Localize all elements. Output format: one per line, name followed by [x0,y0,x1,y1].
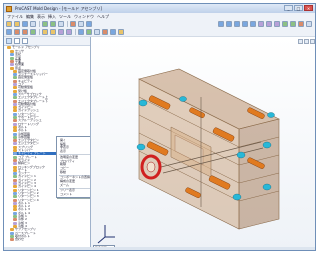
triad-z-axis [97,236,106,244]
pan-icon[interactable] [250,21,256,27]
hole-icon[interactable] [30,29,36,35]
revolve-icon[interactable] [22,29,28,35]
view-orientation-icon[interactable] [258,21,264,27]
interference-icon[interactable] [86,29,92,35]
context-menu-item[interactable]: ズーム [60,183,69,187]
toolbar-separator [75,29,76,35]
menu-bar: ファイル 編集 表示 挿入 ツール ウィンドウ ヘルプ [4,13,315,20]
tree-item[interactable]: 合わせ [10,237,88,242]
rebuild-icon[interactable] [70,21,76,27]
select-icon[interactable] [58,21,64,27]
context-menu: 開く 編集 非表示 表示 透明度の変更 プロパティ 削除 コピー 移動 コンポーネントの置換 構成の… [56,136,90,198]
cooling-fitting [262,141,272,149]
app-icon [6,5,12,12]
ejector-icon[interactable] [118,29,124,35]
cooling-fitting [236,151,246,159]
close-button[interactable]: × [304,5,313,11]
minimize-button[interactable]: _ [284,5,293,11]
zoom-in-icon[interactable] [234,21,240,27]
context-menu-item[interactable]: 移動 [60,170,66,174]
rotate-component-icon[interactable] [66,29,72,35]
cooling-fitting [138,99,148,107]
status-bar [4,247,315,250]
zoom-area-icon[interactable] [226,21,232,27]
cooling-fitting [262,183,272,191]
cooling-fitting [232,193,242,201]
menu-tools[interactable]: ツール [59,14,71,20]
graphics-viewport[interactable]: 等角投影 [91,37,315,250]
context-menu-item[interactable]: コメント [60,193,72,196]
tree-item-label: 合わせ [15,237,25,242]
menu-help[interactable]: ヘルプ [97,14,109,20]
menu-insert[interactable]: 挿入 [48,14,56,20]
move-component-icon[interactable] [58,29,64,35]
help-icon[interactable] [86,21,92,27]
cooling-icon[interactable] [110,29,116,35]
print-icon[interactable] [30,21,36,27]
new-icon[interactable] [6,21,12,27]
section-view-icon[interactable] [274,21,280,27]
undo-icon[interactable] [42,21,48,27]
context-menu-item[interactable]: 表示 [60,150,66,153]
rotate-icon[interactable] [242,21,248,27]
features-toolbar [4,28,315,37]
application-window: ProCAST Mold Design - [モールド アセンブリ] _ □ ×… [3,3,316,251]
toolbar-separator [39,21,40,27]
window-title: ProCAST Mold Design - [モールド アセンブリ] [15,5,102,11]
feature-tree-panel: モールド アセンブリ センサ 注記 正面 平面 右側面 原点 固定側取付板 ランナーストリッパー… [4,37,91,250]
save-icon[interactable] [22,21,28,27]
redo-icon[interactable] [50,21,56,27]
appearance-icon[interactable] [290,21,296,27]
hide-show-icon[interactable] [282,21,288,27]
measure-icon[interactable] [78,29,84,35]
display-style-icon[interactable] [266,21,272,27]
mold-3d-model [97,68,280,244]
menu-view[interactable]: 表示 [37,14,45,20]
cooling-fitting [179,96,187,102]
menu-window[interactable]: ウィンドウ [74,14,94,20]
open-icon[interactable] [14,21,20,27]
scene-icon[interactable] [298,21,304,27]
mold-right-face [238,118,280,230]
folder-icon [7,46,11,49]
feature-tree-tab[interactable] [6,38,12,44]
exploded-view-icon[interactable] [94,29,100,35]
insert-component-icon[interactable] [42,29,48,35]
toolbar-separator [39,29,40,35]
extrude-icon[interactable] [14,29,20,35]
cooling-fitting [136,143,146,151]
property-tab[interactable] [14,38,20,44]
zoom-fit-icon[interactable] [218,21,224,27]
locating-ring-center [146,161,156,173]
mold-tools-icon[interactable] [102,29,108,35]
maximize-button[interactable]: □ [294,5,303,11]
menu-file[interactable]: ファイル [7,14,23,20]
view-settings-icon[interactable] [306,21,312,27]
sketch-icon[interactable] [6,29,12,35]
options-icon[interactable] [78,21,84,27]
cooling-fitting [267,112,275,118]
config-tab[interactable] [22,38,28,44]
mate-icon[interactable] [50,29,56,35]
triad-icon [97,225,115,244]
menu-edit[interactable]: 編集 [26,14,34,20]
toolbar-separator [67,21,68,27]
title-bar: ProCAST Mold Design - [モールド アセンブリ] _ □ × [4,4,315,13]
part-icon [10,238,14,242]
